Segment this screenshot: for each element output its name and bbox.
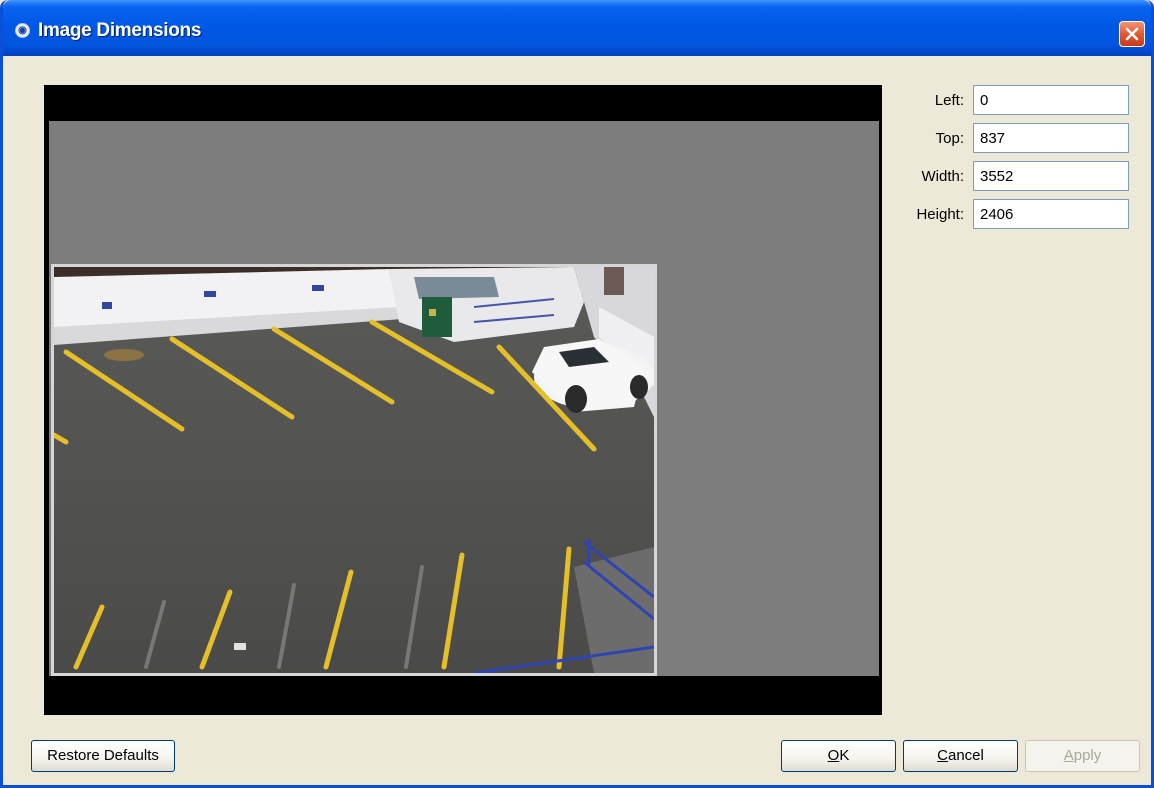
apply-button[interactable]: Apply [1025,740,1140,772]
top-row: Top: [889,123,1129,153]
left-row: Left: [889,85,1129,115]
image-canvas [49,121,879,676]
close-button[interactable] [1119,21,1145,47]
parking-lot-photo-drawing [54,267,654,673]
apply-label-rest: pply [1073,747,1102,764]
apply-mnemonic: A [1063,747,1074,764]
width-row: Width: [889,161,1129,191]
dialog-title: Image Dimensions [38,20,202,41]
width-input[interactable] [973,161,1129,191]
close-icon [1125,27,1139,41]
cancel-button[interactable]: Cancel [903,740,1018,772]
left-label: Left: [934,92,964,109]
restore-defaults-button[interactable]: Restore Defaults [31,740,175,772]
ok-mnemonic: O [827,747,840,764]
restore-defaults-label: Restore Defaults [47,747,159,764]
top-label: Top: [935,130,964,147]
height-input[interactable] [973,199,1129,229]
ok-button[interactable]: OK [781,740,896,772]
parking-lot-image[interactable] [51,264,657,676]
image-dimensions-dialog: ◉ Image Dimensions Left: 0 Top: 837 Widt… [0,0,1154,788]
height-row: Height: [889,199,1129,229]
width-label: Width: [921,168,964,185]
title-bar[interactable]: ◉ Image Dimensions [3,0,1151,56]
top-input[interactable] [973,123,1129,153]
cancel-label-rest: ancel [947,747,984,764]
left-input[interactable] [973,85,1129,115]
image-preview-frame [44,85,882,715]
cancel-mnemonic: C [937,747,948,764]
height-label: Height: [916,206,964,223]
dialog-app-icon: ◉ [15,23,30,38]
ok-label-rest: K [839,747,850,764]
